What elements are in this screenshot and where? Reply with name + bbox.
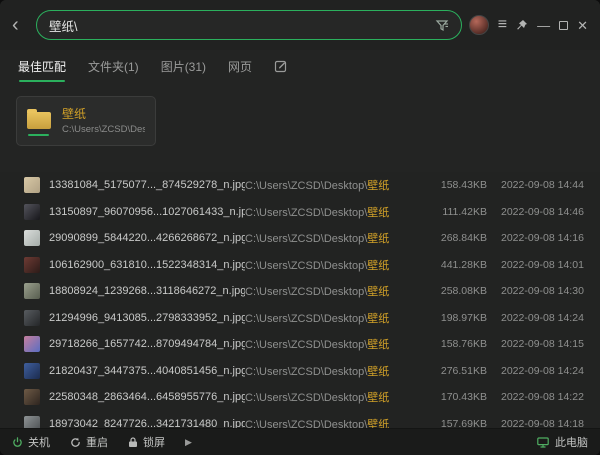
file-row[interactable]: 18808924_1239268...3118646272_n.jpg C:\U…: [0, 278, 600, 305]
folder-card-path: C:\Users\ZCSD\Des...: [62, 124, 145, 135]
file-thumbnail: [24, 177, 40, 193]
file-row[interactable]: 22580348_2863464...6458955776_n.jpg C:\U…: [0, 384, 600, 411]
file-row[interactable]: 29090899_5844220...4266268672_n.jpg C:\U…: [0, 225, 600, 252]
file-row[interactable]: 13381084_5175077..._874529278_n.jpg C:\U…: [0, 172, 600, 199]
path-highlight: 壁纸: [367, 260, 389, 272]
folder-card-title: 壁纸: [62, 107, 145, 121]
file-size: 198.97KB: [405, 312, 487, 324]
pin-icon[interactable]: [516, 19, 528, 32]
menu-icon[interactable]: ≡: [498, 17, 507, 33]
tab-images[interactable]: 图片(31): [161, 58, 206, 75]
result-tabs: 最佳匹配 文件夹(1) 图片(31) 网页: [0, 50, 600, 82]
file-path: C:\Users\ZCSD\Desktop\壁纸: [245, 310, 405, 326]
file-row[interactable]: 29718266_1657742...8709494784_n.jpg C:\U…: [0, 331, 600, 358]
folder-icon: [27, 112, 51, 130]
file-name: 106162900_631810...1522348314_n.jpg: [49, 259, 245, 271]
lock-screen-button[interactable]: 锁屏: [128, 434, 165, 450]
file-thumbnail: [24, 257, 40, 273]
expand-tools-icon[interactable]: ▶: [185, 437, 192, 448]
file-name: 18808924_1239268...3118646272_n.jpg: [49, 285, 245, 297]
computer-icon: [537, 437, 549, 448]
file-size: 276.51KB: [405, 365, 487, 377]
file-row[interactable]: 13150897_96070956...1027061433_n.jpg C:\…: [0, 199, 600, 226]
path-highlight: 壁纸: [367, 392, 389, 404]
user-avatar[interactable]: [469, 15, 489, 35]
footer-bar: 关机 重启 锁屏 ▶ 此电脑: [0, 428, 600, 455]
file-thumbnail: [24, 310, 40, 326]
file-date: 2022-09-08 14:16: [501, 232, 591, 244]
file-path: C:\Users\ZCSD\Desktop\壁纸: [245, 177, 405, 193]
file-row[interactable]: 106162900_631810...1522348314_n.jpg C:\U…: [0, 252, 600, 279]
file-thumbnail: [24, 389, 40, 405]
file-path: C:\Users\ZCSD\Desktop\壁纸: [245, 257, 405, 273]
compose-icon[interactable]: [274, 59, 288, 73]
path-highlight: 壁纸: [367, 286, 389, 298]
back-icon[interactable]: ‹: [12, 15, 30, 35]
restart-icon: [70, 437, 81, 448]
path-highlight: 壁纸: [367, 180, 389, 192]
search-value: 壁纸\: [49, 16, 435, 35]
selection-indicator: [28, 134, 49, 136]
lock-icon: [128, 437, 138, 448]
path-highlight: 壁纸: [367, 233, 389, 245]
file-date: 2022-09-08 14:22: [501, 391, 591, 403]
path-highlight: 壁纸: [367, 313, 389, 325]
file-date: 2022-09-08 14:24: [501, 312, 591, 324]
this-pc-button[interactable]: 此电脑: [537, 434, 588, 450]
file-thumbnail: [24, 363, 40, 379]
path-highlight: 壁纸: [367, 366, 389, 378]
path-highlight: 壁纸: [367, 339, 389, 351]
maximize-button[interactable]: [559, 21, 568, 30]
app-window: ‹ 壁纸\ ≡ — ✕ 最佳匹配: [0, 0, 600, 455]
file-date: 2022-09-08 14:24: [501, 365, 591, 377]
tab-folders[interactable]: 文件夹(1): [88, 58, 139, 75]
file-thumbnail: [24, 204, 40, 220]
file-name: 29718266_1657742...8709494784_n.jpg: [49, 338, 245, 350]
restart-button[interactable]: 重启: [70, 434, 108, 450]
path-highlight: 壁纸: [367, 207, 389, 219]
file-size: 158.76KB: [405, 338, 487, 350]
file-size: 258.08KB: [405, 285, 487, 297]
file-name: 22580348_2863464...6458955776_n.jpg: [49, 391, 245, 403]
file-size: 111.42KB: [405, 206, 487, 218]
file-path: C:\Users\ZCSD\Desktop\壁纸: [245, 283, 405, 299]
file-thumbnail: [24, 336, 40, 352]
minimize-button[interactable]: —: [537, 19, 550, 32]
file-size: 158.43KB: [405, 179, 487, 191]
file-date: 2022-09-08 14:30: [501, 285, 591, 297]
filter-icon[interactable]: [435, 18, 449, 32]
file-row[interactable]: 21820437_3447375...4040851456_n.jpg C:\U…: [0, 358, 600, 385]
top-bar: ‹ 壁纸\ ≡ — ✕: [0, 0, 600, 50]
file-path: C:\Users\ZCSD\Desktop\壁纸: [245, 363, 405, 379]
shutdown-button[interactable]: 关机: [12, 434, 50, 450]
file-thumbnail: [24, 283, 40, 299]
file-name: 29090899_5844220...4266268672_n.jpg: [49, 232, 245, 244]
file-date: 2022-09-08 14:15: [501, 338, 591, 350]
file-thumbnail: [24, 230, 40, 246]
file-date: 2022-09-08 14:44: [501, 179, 591, 191]
file-size: 441.28KB: [405, 259, 487, 271]
file-row[interactable]: 21294996_9413085...2798333952_n.jpg C:\U…: [0, 305, 600, 332]
file-size: 170.43KB: [405, 391, 487, 403]
tab-best-match[interactable]: 最佳匹配: [18, 58, 66, 75]
search-input[interactable]: 壁纸\: [36, 10, 462, 40]
file-date: 2022-09-08 14:01: [501, 259, 591, 271]
file-path: C:\Users\ZCSD\Desktop\壁纸: [245, 204, 405, 220]
power-icon: [12, 437, 23, 448]
file-list: 13381084_5175077..._874529278_n.jpg C:\U…: [0, 172, 600, 437]
file-name: 13150897_96070956...1027061433_n.jpg: [49, 206, 245, 218]
titlebar-icons: ≡ — ✕: [469, 15, 588, 35]
file-size: 268.84KB: [405, 232, 487, 244]
file-path: C:\Users\ZCSD\Desktop\壁纸: [245, 230, 405, 246]
file-path: C:\Users\ZCSD\Desktop\壁纸: [245, 336, 405, 352]
tab-web[interactable]: 网页: [228, 58, 252, 75]
file-name: 21294996_9413085...2798333952_n.jpg: [49, 312, 245, 324]
file-path: C:\Users\ZCSD\Desktop\壁纸: [245, 389, 405, 405]
folder-result-card[interactable]: 壁纸 C:\Users\ZCSD\Des...: [16, 96, 156, 146]
file-name: 21820437_3447375...4040851456_n.jpg: [49, 365, 245, 377]
close-button[interactable]: ✕: [577, 19, 588, 32]
file-date: 2022-09-08 14:46: [501, 206, 591, 218]
file-name: 13381084_5175077..._874529278_n.jpg: [49, 179, 245, 191]
